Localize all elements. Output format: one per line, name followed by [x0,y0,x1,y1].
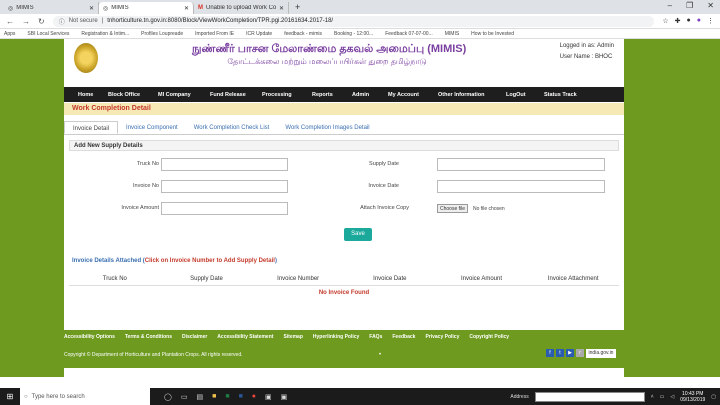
menu-admin[interactable]: Admin [352,92,388,98]
windows-start-icon[interactable]: ⊞ [0,392,20,401]
bookmark-item[interactable]: Profiles Loupreade [141,31,183,37]
app-icon[interactable]: ▣ [281,393,288,401]
bookmarks-bar: Apps SBI Local Services Registration & I… [0,29,720,39]
footer-link[interactable]: Accessibility Options [64,334,115,340]
minimize-icon[interactable]: – [668,1,672,10]
bookmark-item[interactable]: Registration & Intim... [81,31,129,37]
star-icon[interactable]: ☆ [662,17,668,25]
close-icon[interactable]: ✕ [89,5,94,12]
menu-block-office[interactable]: Block Office [108,92,158,98]
bookmark-apps[interactable]: Apps [4,31,15,37]
url-field[interactable]: ⓘ Not secure | tnhorticulture.tn.gov.in:… [52,15,655,27]
app-icon[interactable]: ▣ [265,393,272,401]
bookmark-item[interactable]: ICR Update [246,31,272,37]
india-gov-logo[interactable]: india.gov.in [586,349,616,358]
rss-icon[interactable]: r [576,349,584,357]
task-view-icon[interactable]: ▭ [181,393,188,401]
footer-link[interactable]: Copyright Policy [469,334,509,340]
explorer-icon[interactable]: ▤ [196,393,203,401]
extension-icon[interactable]: ● [687,17,691,25]
menu-home[interactable]: Home [78,92,108,98]
reload-icon[interactable]: ↻ [38,17,45,26]
menu-reports[interactable]: Reports [312,92,352,98]
site-titles: நுண்ணீர் பாசன மேலாண்மை தகவல் அமைப்பு (MI… [192,43,467,67]
copyright-text: Copyright © Department of Horticulture a… [64,352,243,358]
footer-links: Accessibility Options Terms & Conditions… [64,334,509,340]
excel-icon[interactable]: ■ [225,393,229,401]
facebook-icon[interactable]: f [546,349,554,357]
close-icon[interactable]: ✕ [184,5,189,12]
bookmark-item[interactable]: feedback - mimis [284,31,322,37]
main-menu: Home Block Office MI Company Fund Releas… [64,87,624,102]
user-info: Logged in as: Admin User Name : BHOC [559,43,614,60]
file-explorer-icon[interactable]: ■ [212,393,216,401]
footer-link[interactable]: Hyperlinking Policy [313,334,359,340]
site-subtitle: தோட்டக்கலை மற்றும் மலைப்பயிர்கள் துறை தம… [227,57,427,66]
footer-link[interactable]: Feedback [392,334,415,340]
footer-dot: • [379,352,382,358]
menu-my-account[interactable]: My Account [388,92,438,98]
footer-link[interactable]: Privacy Policy [425,334,459,340]
menu-other-information[interactable]: Other Information [438,92,506,98]
bookmark-item[interactable]: How to be Invested [471,31,514,37]
profile-icon[interactable]: ● [697,17,701,25]
system-tray: Address ˄ ▭ ◁ 10:43 PM 09/13/2019 ▢ [510,390,716,403]
tray-chevron-icon[interactable]: ˄ [651,394,654,400]
bookmark-item[interactable]: MIMIS [445,31,459,37]
taskbar-address-input[interactable] [534,391,645,402]
site-title: நுண்ணீர் பாசன மேலாண்மை தகவல் அமைப்பு (MI… [192,43,467,55]
browser-tabbar: ◎ MIMIS ✕ ◎ MIMIS ✕ M Unable to upload Work C… [0,0,720,14]
maximize-icon[interactable]: ❐ [686,1,693,10]
footer-link[interactable]: FAQs [369,334,382,340]
site-header: நுண்ணீர் பாசன மேலாண்மை தகவல் அமைப்பு (MI… [64,39,624,85]
social-icons: f t ▶ r [546,349,584,357]
youtube-icon[interactable]: ▶ [566,349,574,357]
info-icon: ⓘ [58,19,65,26]
globe-icon: ◎ [103,5,109,12]
extension-icon[interactable]: ✚ [675,17,681,25]
forward-icon[interactable]: → [22,17,30,26]
windows-taskbar: ⊞ ○ Type here to search ◯ ▭ ▤ ■ ■ ■ ● ▣ … [0,388,720,405]
footer-link[interactable]: Terms & Conditions [125,334,172,340]
close-icon[interactable]: ✕ [279,5,284,12]
menu-logout[interactable]: LogOut [506,92,544,98]
notification-icon[interactable]: ▢ [711,394,716,400]
taskbar-search[interactable]: ○ Type here to search [20,388,150,405]
address-bar: ← → ↻ ⓘ Not secure | tnhorticulture.tn.g… [0,14,720,29]
back-icon[interactable]: ← [6,17,14,26]
bookmark-item[interactable]: SBI Local Services [27,31,69,37]
browser-tab-1[interactable]: ◎ MIMIS ✕ [4,2,99,14]
search-icon: ○ [24,393,28,400]
taskbar-clock[interactable]: 10:43 PM 09/13/2019 [680,391,705,403]
word-icon[interactable]: ■ [239,393,243,401]
menu-fund-release[interactable]: Fund Release [210,92,262,98]
globe-icon: ◎ [8,5,14,12]
menu-status-track[interactable]: Status Track [544,92,590,98]
taskbar-apps: ◯ ▭ ▤ ■ ■ ■ ● ▣ ▣ [164,393,287,401]
menu-processing[interactable]: Processing [262,92,312,98]
menu-mi-company[interactable]: MI Company [158,92,210,98]
browser-tab-3[interactable]: MUnable to upload Work Compl✕ [194,2,289,14]
volume-icon[interactable]: ◁ [670,394,674,400]
browser-tab-2[interactable]: ◎ MIMIS ✕ [99,2,194,14]
network-icon[interactable]: ▭ [660,394,665,400]
footer-link[interactable]: Disclaimer [182,334,207,340]
mic-icon[interactable]: ◯ [164,393,172,401]
gmail-icon: M [198,5,203,11]
bookmark-item[interactable]: Booking - 12:00... [334,31,373,37]
new-tab-icon[interactable]: + [295,2,300,12]
menu-dots-icon[interactable]: ⋮ [707,17,714,25]
close-window-icon[interactable]: ✕ [707,1,714,10]
twitter-icon[interactable]: t [556,349,564,357]
bookmark-item[interactable]: Imported From IE [195,31,234,37]
window-controls: – ❐ ✕ [668,1,714,10]
site-footer: Accessibility Options Terms & Conditions… [64,330,624,368]
bookmark-item[interactable]: Feedback 07-07-00... [385,31,433,37]
footer-link[interactable]: Sitemap [283,334,302,340]
chrome-icon[interactable]: ● [252,393,256,401]
extensions: ☆ ✚ ● ● ⋮ [662,17,714,25]
footer-link[interactable]: Accessibility Statement [217,334,273,340]
tn-emblem-logo [74,43,98,73]
